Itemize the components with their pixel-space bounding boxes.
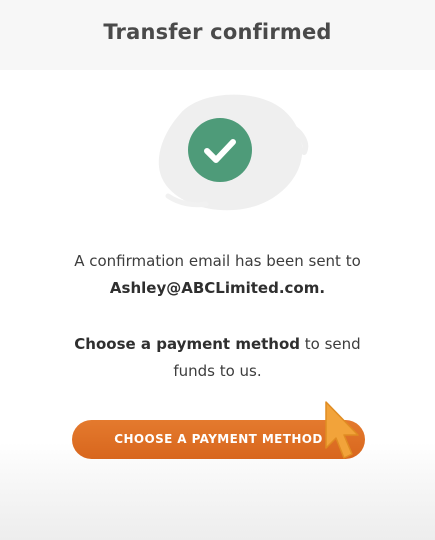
check-circle-icon (188, 118, 252, 182)
payment-instruction: Choose a payment method to send funds to… (0, 331, 435, 385)
recipient-email: Ashley@ABCLimited.com. (109, 279, 326, 297)
page-title: Transfer confirmed (103, 20, 332, 44)
mouse-cursor-icon (325, 401, 359, 459)
transfer-confirmed-screen: Transfer confirmed A confirmation email … (0, 0, 435, 540)
payment-instruction-bold: Choose a payment method (74, 335, 301, 353)
header-bar: Transfer confirmed (0, 0, 435, 70)
payment-instruction-line2: funds to us. (173, 362, 262, 380)
payment-instruction-rest: to send (300, 335, 361, 353)
confirmation-message: A confirmation email has been sent to As… (0, 248, 435, 302)
confirmation-text: A confirmation email has been sent to (74, 252, 361, 270)
